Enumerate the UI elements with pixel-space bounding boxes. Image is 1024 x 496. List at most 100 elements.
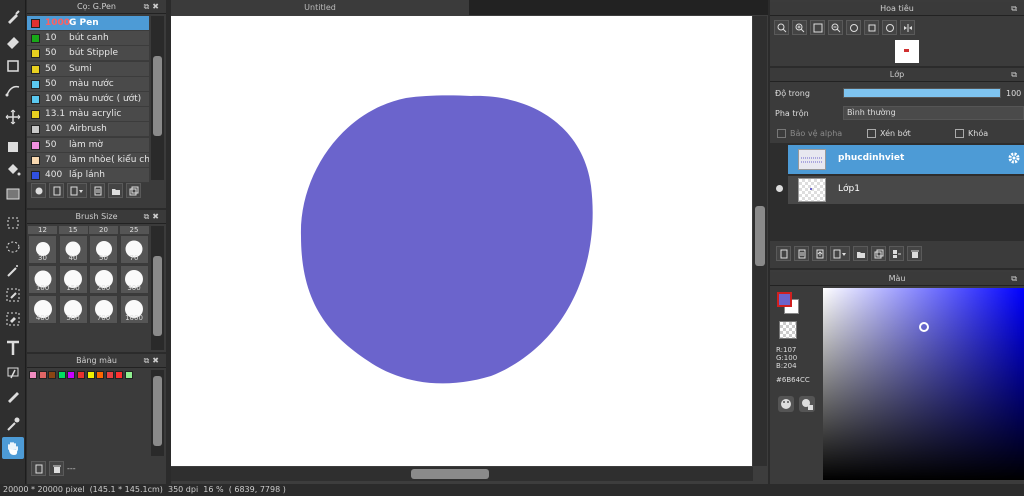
brush-size-option[interactable]: 30	[28, 235, 57, 264]
canvas-paper[interactable]	[171, 16, 752, 466]
panel-popout-icon[interactable]: ⧉	[1011, 272, 1020, 286]
canvas-hscroll-thumb[interactable]	[411, 469, 489, 479]
duplicate-brush-icon[interactable]	[126, 183, 141, 198]
color-picker-square[interactable]	[823, 288, 1024, 480]
palette-swatch[interactable]	[105, 371, 114, 379]
foreground-color-swatch[interactable]	[777, 292, 792, 307]
zoom-fit-icon[interactable]	[774, 20, 789, 35]
brush-size-option[interactable]: 700	[89, 295, 118, 324]
palette-swatch[interactable]	[38, 371, 47, 379]
layer-row[interactable]: Lớp1	[788, 176, 1024, 204]
zoom-in-icon[interactable]	[792, 20, 807, 35]
canvas-vscroll-thumb[interactable]	[755, 206, 765, 266]
layer-folder-icon[interactable]	[853, 246, 868, 261]
canvas-hscroll[interactable]	[171, 467, 753, 481]
protect-alpha-checkbox[interactable]: Bảo vệ alpha	[777, 129, 842, 138]
brush-size-option[interactable]: 200	[89, 265, 118, 294]
color-palette-icon[interactable]	[778, 396, 794, 412]
palette-swatch[interactable]	[57, 371, 66, 379]
rectangle-tool-icon[interactable]	[2, 55, 24, 77]
rotate-left-icon[interactable]	[846, 20, 861, 35]
palette-swatch[interactable]	[115, 371, 124, 379]
panel-popout-close-icon[interactable]: ⧉✖	[144, 210, 162, 224]
canvas-vscroll[interactable]	[753, 16, 767, 466]
brush-size-option[interactable]: 500	[58, 295, 88, 324]
palette-swatch[interactable]	[96, 371, 105, 379]
brush-tool-icon[interactable]	[2, 6, 24, 28]
lock-checkbox[interactable]: Khóa	[955, 129, 988, 138]
brush-properties-icon[interactable]	[90, 183, 105, 198]
brush-size-option[interactable]: 70	[119, 235, 149, 264]
flip-icon[interactable]	[900, 20, 915, 35]
fit-window-icon[interactable]	[810, 20, 825, 35]
zoom-out-icon[interactable]	[828, 20, 843, 35]
brush-list-scrollbar[interactable]	[151, 16, 164, 180]
delete-palette-icon[interactable]	[49, 461, 64, 476]
duplicate-layer-icon[interactable]	[871, 246, 886, 261]
rotate-right-icon[interactable]	[882, 20, 897, 35]
panel-popout-close-icon[interactable]: ⧉✖	[144, 0, 162, 14]
import-layer-icon[interactable]	[812, 246, 827, 261]
clipping-checkbox[interactable]: Xén bớt	[867, 129, 911, 138]
brush-item[interactable]: 70 làm nhòe( kiểu cha	[27, 152, 149, 168]
palette-swatch[interactable]	[48, 371, 57, 379]
delete-layer-icon[interactable]	[907, 246, 922, 261]
layer-visibility-eye-icon[interactable]	[776, 185, 783, 192]
brush-item[interactable]: 100 Airbrush	[27, 122, 149, 138]
add-layer-dropdown-icon[interactable]	[830, 246, 850, 261]
brush-item[interactable]: 13.1 màu acrylic	[27, 107, 149, 123]
brush-size-label[interactable]: 20	[89, 226, 118, 234]
brush-item[interactable]: 10 bút canh	[27, 31, 149, 47]
palette-swatch[interactable]	[86, 371, 95, 379]
navigator-preview[interactable]	[895, 40, 919, 63]
select-lasso-icon[interactable]	[2, 236, 24, 258]
brush-item[interactable]: 50 Sumi	[27, 61, 149, 77]
brush-item[interactable]: 50 bút Stipple	[27, 46, 149, 62]
brush-list-scroll-thumb[interactable]	[153, 56, 162, 136]
brush-item[interactable]: 1000 G Pen	[27, 16, 149, 31]
blend-select[interactable]: Bình thường	[843, 106, 1024, 120]
bucket-tool-icon[interactable]	[2, 159, 24, 181]
color-wheel-icon[interactable]	[799, 396, 815, 412]
color-picker-cursor[interactable]	[919, 322, 929, 332]
brush-item[interactable]: 50 màu nước	[27, 76, 149, 92]
brush-size-option[interactable]: 100	[28, 265, 57, 294]
layer-row-selected[interactable]: phucdinhviet	[788, 145, 1024, 174]
magic-wand-icon[interactable]	[2, 260, 24, 282]
palette-scroll-thumb[interactable]	[153, 376, 162, 446]
curve-tool-icon[interactable]	[2, 80, 24, 102]
hand-tool-icon[interactable]	[2, 437, 24, 459]
divide-tool-icon[interactable]	[2, 361, 24, 383]
panel-popout-close-icon[interactable]: ⧉✖	[144, 354, 162, 368]
brush-size-option[interactable]: 300	[119, 265, 149, 294]
copy-layer-icon[interactable]	[794, 246, 809, 261]
text-tool-icon[interactable]	[2, 337, 24, 359]
brush-size-option[interactable]: 40	[58, 235, 88, 264]
fullscreen-icon[interactable]	[864, 20, 879, 35]
move-tool-icon[interactable]	[2, 106, 24, 128]
panel-popout-icon[interactable]: ⧉	[1011, 68, 1020, 82]
panel-popout-icon[interactable]: ⧉	[1011, 2, 1020, 16]
fill-rect-tool-icon[interactable]	[2, 136, 24, 158]
blur-tool-icon[interactable]	[2, 385, 24, 407]
brush-folder-icon[interactable]	[108, 183, 123, 198]
palette-swatch[interactable]	[77, 371, 85, 379]
brush-item[interactable]: 100 màu nước ( ướt)	[27, 92, 149, 107]
document-tab[interactable]: Untitled	[171, 0, 469, 15]
brush-size-option[interactable]: 150	[58, 265, 88, 294]
new-layer-icon[interactable]	[776, 246, 791, 261]
palette-swatch[interactable]	[125, 371, 133, 379]
add-brush-dropdown-icon[interactable]	[67, 183, 87, 198]
transparent-color-swatch[interactable]	[779, 321, 797, 339]
brush-size-label[interactable]: 25	[119, 226, 149, 234]
merge-layer-icon[interactable]	[889, 246, 904, 261]
brush-size-scroll-thumb[interactable]	[153, 256, 162, 336]
palette-scrollbar[interactable]	[151, 370, 164, 456]
palette-swatch[interactable]	[29, 371, 37, 379]
gradient-tool-icon[interactable]	[2, 183, 24, 205]
brush-settings-icon[interactable]	[31, 183, 46, 198]
hex-value[interactable]: #6B64CC	[776, 376, 810, 384]
layer-settings-gear-icon[interactable]	[1007, 151, 1021, 165]
brush-size-label[interactable]: 15	[58, 226, 88, 234]
new-brush-icon[interactable]	[49, 183, 64, 198]
